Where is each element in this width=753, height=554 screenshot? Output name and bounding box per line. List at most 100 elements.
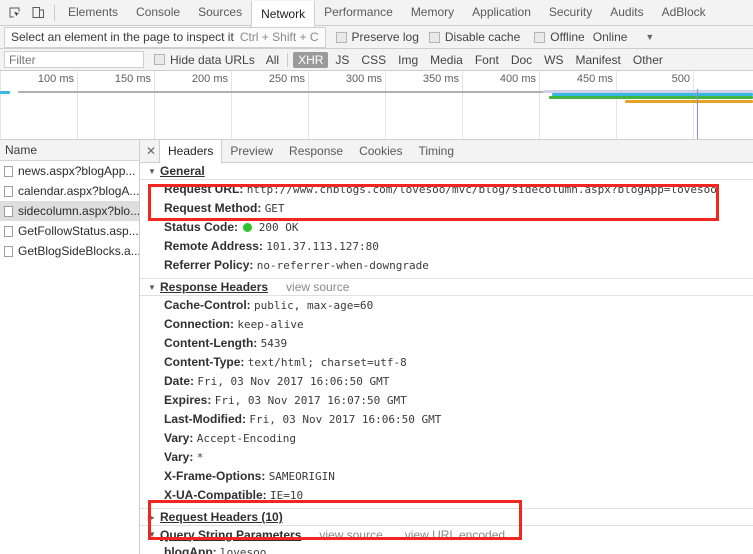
overview-tick-label: 400 ms [499,73,536,85]
detail-tabbar: ✕ Headers Preview Response Cookies Timin… [140,139,753,163]
filter-toolbar: Hide data URLs All XHR JS CSS Img Media … [0,49,753,71]
header-value: keep-alive [237,318,304,331]
header-value: public, max-age=60 [254,299,374,312]
document-icon [4,205,13,217]
header-name: Request URL: [164,182,244,196]
tab-adblock[interactable]: AdBlock [653,0,715,25]
header-name: Vary: [164,431,194,445]
devtools-window: Elements Console Sources Network Perform… [0,0,753,554]
view-source-link[interactable]: view source [319,528,382,542]
filter-type-img[interactable]: Img [393,52,423,68]
list-item[interactable]: calendar.aspx?blogA... [0,181,139,201]
overview-tick-label: 450 ms [576,73,613,85]
offline-label: Offline [550,30,585,44]
close-icon[interactable]: ✕ [143,144,159,158]
header-row-content-type: Content-Type: text/html; charset=utf-8 [140,353,753,372]
view-url-encoded-link[interactable]: view URL encoded [405,528,505,542]
filter-type-js[interactable]: JS [330,52,354,68]
filter-type-all[interactable]: All [261,52,284,68]
device-toolbar-icon[interactable] [26,1,50,25]
document-icon [4,165,13,177]
preserve-log-checkbox[interactable]: Preserve log [335,30,419,44]
list-item[interactable]: news.aspx?blogApp... [0,161,139,181]
header-row-request-method: Request Method: GET [140,199,753,218]
document-icon [4,185,13,197]
list-item[interactable]: GetFollowStatus.asp... [0,221,139,241]
header-value: 5439 [260,337,288,350]
filter-type-font[interactable]: Font [470,52,504,68]
filter-type-manifest[interactable]: Manifest [571,52,626,68]
hide-data-urls-checkbox[interactable]: Hide data URLs [154,53,255,67]
section-general-label: General [160,164,205,178]
filter-type-other[interactable]: Other [628,52,668,68]
tab-application[interactable]: Application [463,0,540,25]
header-name: Vary: [164,450,194,464]
chevron-down-icon: ▼ [148,530,156,539]
filter-type-doc[interactable]: Doc [506,52,537,68]
header-value: no-referrer-when-downgrade [256,259,429,272]
throttling-select[interactable]: Online [593,30,628,44]
list-item-label: GetBlogSideBlocks.a... [18,244,139,258]
query-param-row-blogapp: blogApp: lovesoo [140,543,753,554]
section-query-string-parameters[interactable]: ▼ Query String Parameters view source vi… [140,526,753,543]
section-general[interactable]: ▼ General [140,163,753,180]
filter-type-css[interactable]: CSS [356,52,391,68]
header-value: * [196,451,204,464]
view-source-link[interactable]: view source [286,280,349,294]
header-row-request-url: Request URL: http://www.cnblogs.com/love… [140,180,753,199]
inspect-element-label: Select an element in the page to inspect… [11,30,234,44]
disable-cache-label: Disable cache [444,30,521,44]
tab-performance[interactable]: Performance [315,0,402,25]
tab-response[interactable]: Response [281,140,351,162]
header-row-remote-address: Remote Address: 101.37.113.127:80 [140,237,753,256]
query-param-value: lovesoo [220,546,267,554]
section-request-headers-label: Request Headers (10) [160,510,283,524]
section-request-headers[interactable]: ▶ Request Headers (10) [140,509,753,526]
overview-tick-label: 300 ms [345,73,382,85]
tab-cookies[interactable]: Cookies [351,140,410,162]
header-row-date: Date: Fri, 03 Nov 2017 16:06:50 GMT [140,372,753,391]
offline-checkbox[interactable]: Offline [534,30,585,44]
tab-sources[interactable]: Sources [189,0,251,25]
chevron-down-icon[interactable]: ▼ [645,32,654,42]
tab-security[interactable]: Security [540,0,601,25]
header-value: 101.37.113.127:80 [266,240,379,253]
inspect-element-button[interactable]: Select an element in the page to inspect… [4,26,326,48]
overview-tick-label: 250 ms [268,73,305,85]
header-row-vary-star: Vary: * [140,448,753,467]
inspect-element-icon[interactable] [2,1,26,25]
list-item-label: calendar.aspx?blogA... [18,184,139,198]
list-item-selected[interactable]: sidecolumn.aspx?blo... [0,201,139,221]
filter-type-media[interactable]: Media [425,52,468,68]
header-name: Referrer Policy: [164,258,254,272]
header-value: SAMEORIGIN [268,470,335,483]
overview-band-green [549,96,753,99]
tab-headers[interactable]: Headers [159,139,223,163]
tab-elements[interactable]: Elements [59,0,127,25]
overview-tick-label: 500 [671,73,690,85]
filter-input[interactable] [4,51,144,68]
header-name: Content-Type: [164,355,245,369]
tab-memory[interactable]: Memory [402,0,463,25]
tab-network[interactable]: Network [251,0,316,27]
network-overview-timeline[interactable]: 50 ms 100 ms 150 ms 200 ms 250 ms 300 ms… [0,71,753,140]
header-name: X-UA-Compatible: [164,488,267,502]
tab-timing[interactable]: Timing [410,140,462,162]
header-row-cache-control: Cache-Control: public, max-age=60 [140,296,753,315]
request-list-header-name[interactable]: Name [0,140,139,161]
tab-console[interactable]: Console [127,0,189,25]
tab-audits[interactable]: Audits [601,0,652,25]
filter-type-ws[interactable]: WS [539,52,568,68]
header-row-content-length: Content-Length: 5439 [140,334,753,353]
disable-cache-checkbox[interactable]: Disable cache [428,30,521,44]
header-name: Cache-Control: [164,298,251,312]
list-item[interactable]: GetBlogSideBlocks.a... [0,241,139,261]
tab-preview[interactable]: Preview [222,140,281,162]
header-value: http://www.cnblogs.com/lovesoo/mvc/blog/… [246,183,717,196]
header-row-expires: Expires: Fri, 03 Nov 2017 16:07:50 GMT [140,391,753,410]
header-row-status-code: Status Code: 200 OK [140,218,753,237]
filter-type-xhr[interactable]: XHR [293,51,329,68]
list-item-label: news.aspx?blogApp... [18,164,136,178]
headers-body: ▼ General Request URL: http://www.cnblog… [140,163,753,554]
section-response-headers[interactable]: ▼ Response Headers view source [140,279,753,296]
